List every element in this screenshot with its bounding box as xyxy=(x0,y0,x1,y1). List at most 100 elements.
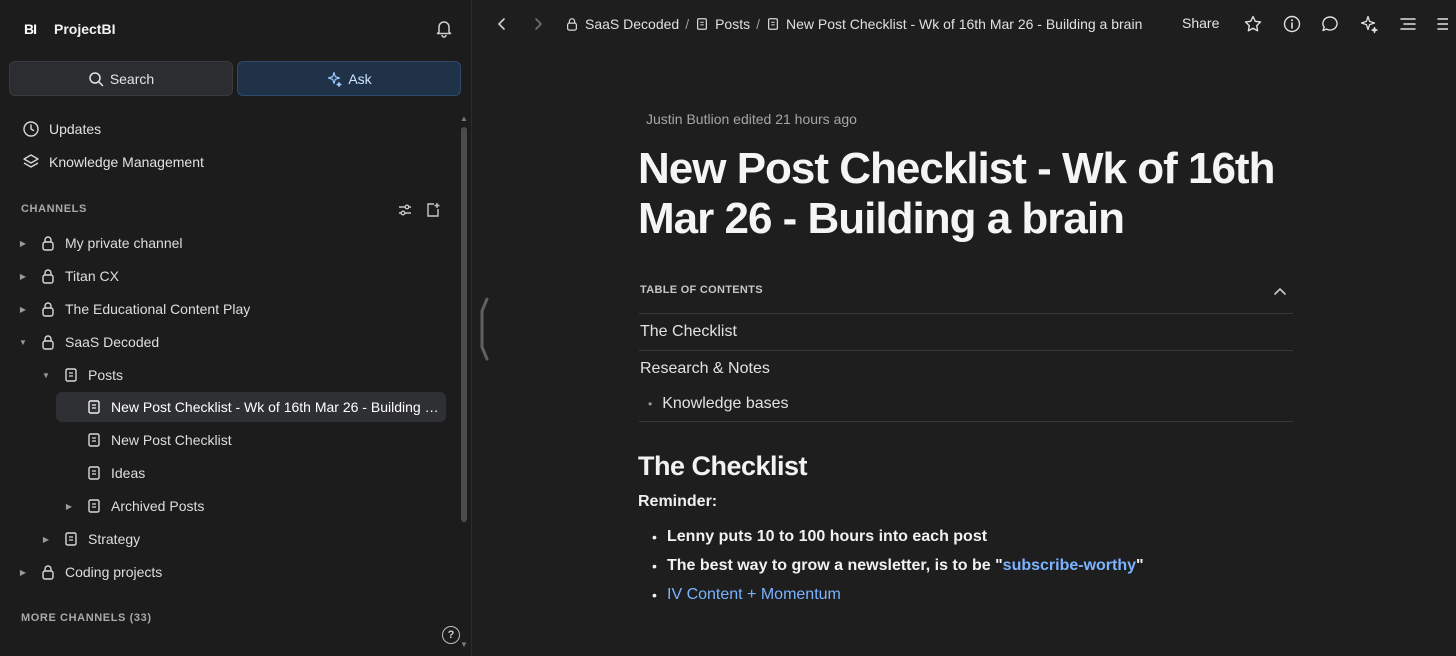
page-icon xyxy=(86,465,102,481)
ask-button-label: Ask xyxy=(348,70,372,87)
caret-down-icon[interactable]: ▼ xyxy=(41,371,51,380)
forward-icon[interactable] xyxy=(528,14,548,34)
toc-item-the-checklist[interactable]: The Checklist xyxy=(640,323,737,341)
tree-item-label: New Post Checklist xyxy=(111,432,232,448)
layers-icon xyxy=(23,154,39,168)
toc-item-research-notes[interactable]: Research & Notes xyxy=(640,360,770,378)
lock-icon xyxy=(567,18,577,31)
page-icon xyxy=(86,399,102,415)
channel-saas-decoded[interactable]: ▼ SaaS Decoded xyxy=(18,327,448,357)
list-item-text-before: The best way to grow a newsletter, is to… xyxy=(667,557,1003,574)
scroll-thumb[interactable] xyxy=(461,127,467,522)
outline-icon[interactable] xyxy=(1398,14,1418,34)
list-item: • Lenny puts 10 to 100 hours into each p… xyxy=(652,528,987,546)
reminder-label: Reminder: xyxy=(638,493,718,510)
clock-icon xyxy=(23,121,39,137)
channel-coding-projects[interactable]: ▶ Coding projects xyxy=(18,557,448,587)
tree-item-label: Titan CX xyxy=(65,268,119,284)
caret-down-icon[interactable]: ▼ xyxy=(18,338,28,347)
edit-meta: Justin Butlion edited 21 hours ago xyxy=(646,111,857,127)
chevron-up-icon[interactable] xyxy=(1272,284,1288,300)
star-icon[interactable] xyxy=(1243,14,1263,34)
list-item: • IV Content + Momentum xyxy=(652,586,841,604)
section-heading: The Checklist xyxy=(638,451,808,481)
caret-right-icon[interactable]: ▶ xyxy=(18,272,28,281)
tree-item-label: Strategy xyxy=(88,531,141,547)
sparkle-icon[interactable] xyxy=(1359,14,1379,34)
page-ideas[interactable]: Ideas xyxy=(64,458,448,488)
caret-right-icon[interactable]: ▶ xyxy=(41,535,51,544)
divider xyxy=(639,313,1293,314)
help-icon[interactable]: ? xyxy=(442,626,460,644)
page-icon xyxy=(86,498,102,514)
back-icon[interactable] xyxy=(492,14,512,34)
ask-button[interactable]: Ask xyxy=(237,61,461,96)
iv-content-momentum-link[interactable]: IV Content + Momentum xyxy=(667,586,841,604)
tree-item-label: SaaS Decoded xyxy=(65,334,160,350)
brand-logo: BI xyxy=(24,21,37,37)
new-channel-icon[interactable] xyxy=(425,202,441,218)
page-title[interactable]: New Post Checklist - Wk of 16th Mar 26 -… xyxy=(638,144,1278,244)
page-posts[interactable]: ▼ Posts xyxy=(41,360,448,390)
caret-right-icon[interactable]: ▶ xyxy=(18,305,28,314)
tree-item-label: Coding projects xyxy=(65,564,163,580)
channel-educational-content-play[interactable]: ▶ The Educational Content Play xyxy=(18,294,448,324)
page-icon xyxy=(86,432,102,448)
subscribe-worthy-link[interactable]: subscribe-worthy xyxy=(1003,557,1136,574)
more-icon[interactable] xyxy=(1436,14,1449,34)
list-item: • The best way to grow a newsletter, is … xyxy=(652,557,1144,575)
search-button[interactable]: Search xyxy=(9,61,233,96)
page-strategy[interactable]: ▶ Strategy xyxy=(41,524,448,554)
bullet-dot: • xyxy=(652,558,657,574)
caret-right-icon[interactable]: ▶ xyxy=(18,568,28,577)
caret-right-icon[interactable]: ▶ xyxy=(64,502,74,511)
scroll-down-icon[interactable]: ▼ xyxy=(460,641,468,649)
filter-icon[interactable] xyxy=(397,202,413,218)
channels-heading: CHANNELS xyxy=(21,203,87,215)
bullet-dot: • xyxy=(648,397,653,411)
page-new-post-checklist-building-a-brain[interactable]: New Post Checklist - Wk of 16th Mar 26 -… xyxy=(56,392,446,422)
tree-item-label: Posts xyxy=(88,367,124,383)
channel-titan-cx[interactable]: ▶ Titan CX xyxy=(18,261,448,291)
comment-icon[interactable] xyxy=(1320,14,1340,34)
nav-updates[interactable]: Updates xyxy=(22,117,101,141)
search-button-label: Search xyxy=(109,70,155,87)
caret-right-icon[interactable]: ▶ xyxy=(18,239,28,248)
more-channels-link[interactable]: MORE CHANNELS (33) xyxy=(21,612,152,624)
share-button[interactable]: Share xyxy=(1182,15,1219,31)
list-item-text: Lenny puts 10 to 100 hours into each pos… xyxy=(667,528,988,545)
divider xyxy=(639,421,1293,422)
page-icon xyxy=(63,531,79,547)
list-item-text: The best way to grow a newsletter, is to… xyxy=(667,557,1144,575)
lock-icon xyxy=(40,235,56,251)
toc-item-label: Knowledge bases xyxy=(662,395,789,412)
scroll-up-icon[interactable]: ▲ xyxy=(460,115,468,123)
lock-icon xyxy=(40,268,56,284)
toc-item-knowledge-bases[interactable]: • Knowledge bases xyxy=(648,395,789,413)
tree-item-label: Ideas xyxy=(111,465,146,481)
page-archived-posts[interactable]: ▶ Archived Posts xyxy=(64,491,448,521)
nav-updates-label: Updates xyxy=(49,121,102,137)
breadcrumb-separator: / xyxy=(756,16,760,32)
divider xyxy=(639,350,1293,351)
breadcrumb-channel[interactable]: SaaS Decoded xyxy=(585,16,679,32)
workspace-brand[interactable]: BI ProjectBI xyxy=(24,18,115,40)
tree-item-label: New Post Checklist - Wk of 16th Mar 26 -… xyxy=(111,399,441,415)
tree-item-label: The Educational Content Play xyxy=(65,301,251,317)
page-icon xyxy=(697,18,708,30)
toc-heading: TABLE OF CONTENTS xyxy=(640,284,763,296)
lock-icon xyxy=(40,301,56,317)
breadcrumb-current-page[interactable]: New Post Checklist - Wk of 16th Mar 26 -… xyxy=(786,16,1142,32)
lock-icon xyxy=(40,564,56,580)
page-icon xyxy=(63,367,79,383)
sidebar-collapse-handle[interactable] xyxy=(479,297,489,361)
breadcrumb-posts[interactable]: Posts xyxy=(715,16,750,32)
bell-icon[interactable] xyxy=(434,18,454,38)
page-new-post-checklist[interactable]: New Post Checklist xyxy=(64,425,448,455)
channel-my-private-channel[interactable]: ▶ My private channel xyxy=(18,228,448,258)
nav-knowledge-management[interactable]: Knowledge Management xyxy=(22,150,204,174)
list-item-text-after: " xyxy=(1136,557,1144,574)
info-icon[interactable] xyxy=(1282,14,1302,34)
sidebar-scrollbar[interactable]: ▲ ▼ xyxy=(460,115,468,650)
nav-knowledge-management-label: Knowledge Management xyxy=(49,154,204,170)
